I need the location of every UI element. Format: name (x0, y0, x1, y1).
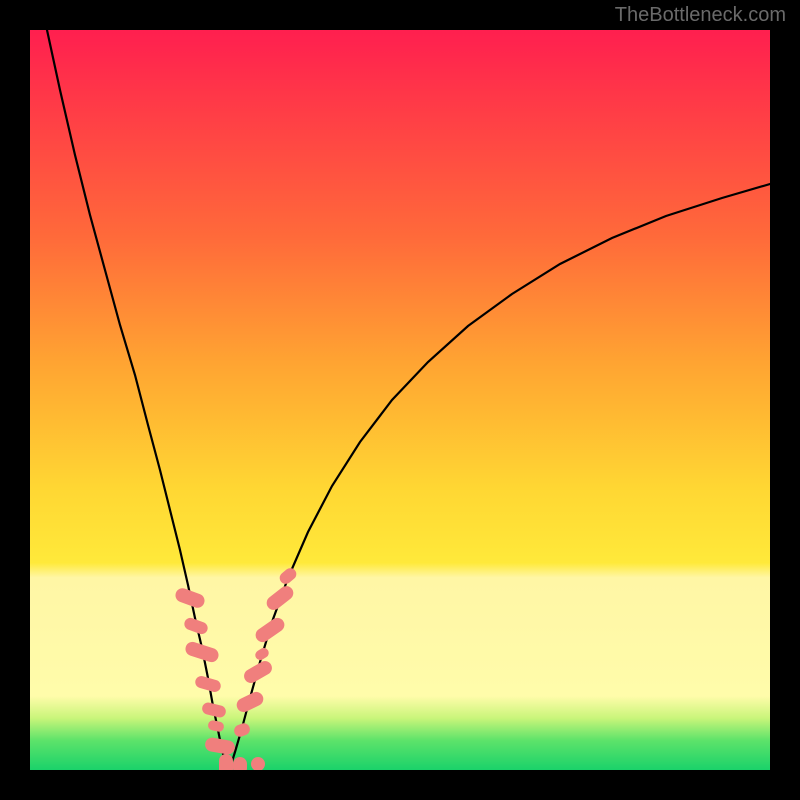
scatter-point (253, 646, 270, 662)
scatter-point (251, 757, 265, 770)
scatter-point (264, 583, 296, 613)
scatter-point (219, 754, 233, 770)
scatter-markers (174, 566, 299, 770)
scatter-point (204, 737, 236, 756)
scatter-point (253, 615, 287, 645)
scatter-point (232, 721, 251, 738)
scatter-point (201, 701, 227, 718)
scatter-point (242, 658, 275, 685)
chart-frame: TheBottleneck.com (0, 0, 800, 800)
curve-right (230, 184, 770, 768)
scatter-point (234, 690, 265, 715)
watermark-text: TheBottleneck.com (615, 4, 786, 27)
scatter-point (233, 757, 247, 770)
plot-area (30, 30, 770, 770)
scatter-point (277, 566, 299, 587)
curve-layer (30, 30, 770, 770)
scatter-point (207, 719, 225, 732)
